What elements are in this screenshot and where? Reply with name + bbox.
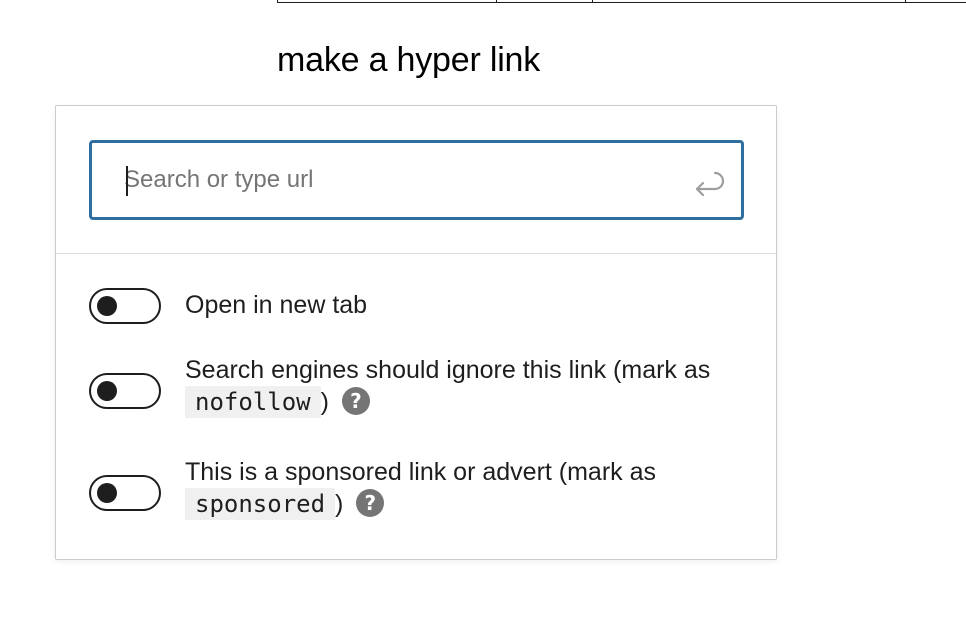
question-circle-icon[interactable]: ? xyxy=(356,489,385,517)
text-cursor xyxy=(126,166,128,196)
question-circle-icon[interactable]: ? xyxy=(341,387,370,415)
toggle-knob xyxy=(97,296,117,316)
setting-label-text: Open in new tab xyxy=(185,291,368,319)
sponsored-code: sponsored xyxy=(185,488,336,520)
nofollow-label[interactable]: Search engines should ignore this link (… xyxy=(185,354,730,418)
table-cell-divider xyxy=(496,0,497,2)
section-divider xyxy=(56,253,776,254)
table-cell-divider xyxy=(905,0,906,2)
setting-label-suffix: ) xyxy=(320,388,329,416)
setting-nofollow: Search engines should ignore this link (… xyxy=(89,354,729,424)
table-block-partial[interactable] xyxy=(277,0,966,3)
page-heading[interactable]: make a hyper link xyxy=(277,38,540,82)
setting-open-in-new-tab: Open in new tab xyxy=(89,288,729,328)
open-in-new-tab-toggle[interactable] xyxy=(89,288,161,324)
link-control-popover: Open in new tab Search engines should ig… xyxy=(55,105,777,560)
toggle-knob xyxy=(97,381,117,401)
setting-label-suffix: ) xyxy=(335,490,344,518)
setting-sponsored: This is a sponsored link or advert (mark… xyxy=(89,456,729,526)
url-search-input[interactable] xyxy=(124,143,664,217)
toggle-knob xyxy=(97,483,117,503)
sponsored-label[interactable]: This is a sponsored link or advert (mark… xyxy=(185,456,730,520)
enter-return-icon[interactable] xyxy=(687,163,727,203)
enter-return-icon-glyph xyxy=(695,171,725,197)
nofollow-code: nofollow xyxy=(185,386,321,418)
setting-label-text: This is a sponsored link or advert (mark… xyxy=(185,458,657,486)
table-cell-divider xyxy=(592,0,593,2)
editor-page: make a hyper link Open in new tab xyxy=(0,0,966,618)
url-search-field[interactable] xyxy=(89,140,744,220)
open-in-new-tab-label[interactable]: Open in new tab xyxy=(185,289,730,321)
sponsored-toggle[interactable] xyxy=(89,475,161,511)
setting-label-text: Search engines should ignore this link (… xyxy=(185,356,711,384)
nofollow-toggle[interactable] xyxy=(89,373,161,409)
